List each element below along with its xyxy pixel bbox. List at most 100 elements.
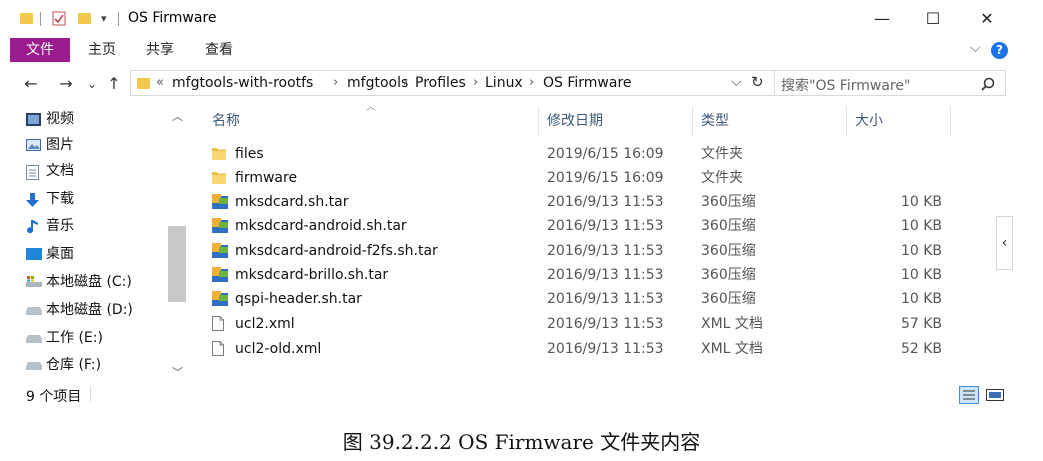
file-name: ucl2.xml <box>235 316 295 332</box>
large-icons-view-icon[interactable] <box>986 389 1004 401</box>
column-divider[interactable] <box>950 106 951 136</box>
column-header-type[interactable]: 类型 <box>701 110 729 132</box>
breadcrumb-current[interactable]: OS Firmware <box>543 75 632 91</box>
file-row[interactable]: files 2019/6/15 16:09 文件夹 <box>190 142 960 166</box>
preview-pane-toggle[interactable]: ‹ <box>996 216 1013 270</box>
recent-locations-button[interactable]: ⌄ <box>84 72 100 96</box>
drive-icon <box>26 307 42 315</box>
breadcrumb-overflow[interactable]: « <box>156 75 164 90</box>
nav-item-drive-f[interactable]: 仓库 (F:) <box>26 353 101 377</box>
file-size: 10 KB <box>900 267 942 283</box>
minimize-button[interactable]: — <box>860 6 904 32</box>
tab-file[interactable]: 文件 <box>10 38 70 62</box>
archive-icon <box>212 267 228 282</box>
new-folder-icon[interactable] <box>78 13 91 24</box>
file-type: 360压缩 <box>701 218 756 234</box>
breadcrumb-separator[interactable]: › <box>473 75 478 90</box>
maximize-button[interactable]: ☐ <box>911 6 955 32</box>
details-view-icon[interactable] <box>959 386 979 404</box>
breadcrumb-separator[interactable]: › <box>403 75 408 90</box>
file-size <box>852 142 942 166</box>
file-type: 360压缩 <box>701 243 756 259</box>
nav-item-pictures[interactable]: 图片 <box>26 133 74 157</box>
search-icon[interactable] <box>981 77 995 91</box>
file-size: 10 KB <box>900 218 942 234</box>
breadcrumb-item[interactable]: Linux <box>485 75 523 91</box>
nav-item-label: 图片 <box>46 137 74 153</box>
search-input[interactable]: 搜索"OS Firmware" <box>774 70 1006 96</box>
file-date: 2016/9/13 11:53 <box>547 267 664 283</box>
tab-home[interactable]: 主页 <box>88 38 116 62</box>
folder-icon <box>20 13 33 24</box>
file-row[interactable]: qspi-header.sh.tar 2016/9/13 11:53 360压缩… <box>190 287 960 311</box>
nav-item-downloads[interactable]: 下载 <box>26 187 74 211</box>
column-divider[interactable] <box>846 106 847 136</box>
file-row[interactable]: mksdcard-android-f2fs.sh.tar 2016/9/13 1… <box>190 239 960 263</box>
archive-icon <box>212 291 228 306</box>
nav-item-videos[interactable]: 视频 <box>26 107 74 131</box>
nav-item-desktop[interactable]: 桌面 <box>26 242 74 266</box>
nav-item-label: 文档 <box>46 163 74 179</box>
address-bar[interactable]: « mfgtools-with-rootfs › mfgtools › Prof… <box>130 70 775 96</box>
nav-item-drive-e[interactable]: 工作 (E:) <box>26 326 103 350</box>
scrollbar-thumb[interactable] <box>168 226 186 302</box>
folder-icon <box>137 78 150 89</box>
nav-item-drive-c[interactable]: 本地磁盘 (C:) <box>26 270 132 294</box>
file-name: ucl2-old.xml <box>235 341 322 357</box>
xml-file-icon <box>212 341 224 356</box>
tab-share[interactable]: 共享 <box>146 38 174 62</box>
up-button[interactable]: ↑ <box>104 72 124 96</box>
file-name: mksdcard-android-f2fs.sh.tar <box>235 243 438 259</box>
address-dropdown-icon[interactable]: ⌵ <box>731 74 742 90</box>
breadcrumb-item[interactable]: Profiles <box>415 75 466 91</box>
file-row[interactable]: ucl2.xml 2016/9/13 11:53 XML 文档 57 KB <box>190 312 960 336</box>
drive-c-icon <box>26 276 42 287</box>
refresh-icon[interactable]: ↻ <box>751 73 764 91</box>
file-name: qspi-header.sh.tar <box>235 291 362 307</box>
forward-button[interactable]: → <box>55 72 77 96</box>
tab-view[interactable]: 查看 <box>205 38 233 62</box>
file-size: 10 KB <box>900 194 942 210</box>
column-divider[interactable] <box>538 106 539 136</box>
scroll-up-icon[interactable]: ︿ <box>172 108 183 124</box>
file-date: 2019/6/15 16:09 <box>547 146 664 162</box>
column-header-date[interactable]: 修改日期 <box>547 110 603 132</box>
toolbar-separator <box>40 12 41 26</box>
column-header-size[interactable]: 大小 <box>855 110 883 132</box>
back-button[interactable]: ← <box>20 72 42 96</box>
file-row[interactable]: mksdcard-android.sh.tar 2016/9/13 11:53 … <box>190 214 960 238</box>
file-size: 10 KB <box>900 243 942 259</box>
scroll-down-icon[interactable]: ﹀ <box>172 364 183 380</box>
nav-item-music[interactable]: 音乐 <box>27 214 74 238</box>
file-date: 2016/9/13 11:53 <box>547 341 664 357</box>
nav-item-documents[interactable]: 文档 <box>26 159 74 183</box>
expand-ribbon-icon[interactable]: ⌵ <box>970 40 981 56</box>
archive-icon <box>212 243 228 258</box>
archive-icon <box>212 194 228 209</box>
nav-item-label: 工作 (E:) <box>46 330 103 346</box>
help-icon[interactable]: ? <box>991 42 1008 59</box>
nav-item-label: 下载 <box>46 191 74 207</box>
breadcrumb-item[interactable]: mfgtools-with-rootfs <box>172 75 313 91</box>
customize-toolbar-icon[interactable]: ▾ <box>101 12 107 25</box>
file-type: 文件夹 <box>701 146 743 162</box>
file-row[interactable]: firmware 2019/6/15 16:09 文件夹 <box>190 166 960 190</box>
nav-item-drive-d[interactable]: 本地磁盘 (D:) <box>26 298 133 322</box>
file-type: XML 文档 <box>701 341 763 357</box>
file-row[interactable]: ucl2-old.xml 2016/9/13 11:53 XML 文档 52 K… <box>190 337 960 361</box>
file-date: 2016/9/13 11:53 <box>547 218 664 234</box>
nav-item-label: 本地磁盘 (C:) <box>46 274 132 290</box>
column-header-name[interactable]: 名称 <box>212 110 240 132</box>
properties-icon[interactable] <box>52 11 66 26</box>
breadcrumb-separator[interactable]: › <box>529 75 534 90</box>
breadcrumb-item[interactable]: mfgtools <box>347 75 408 91</box>
nav-item-label: 音乐 <box>46 218 74 234</box>
file-size <box>852 166 942 190</box>
breadcrumb-separator[interactable]: › <box>333 75 338 90</box>
file-row[interactable]: mksdcard-brillo.sh.tar 2016/9/13 11:53 3… <box>190 263 960 287</box>
file-row[interactable]: mksdcard.sh.tar 2016/9/13 11:53 360压缩 10… <box>190 190 960 214</box>
nav-pane-scrollbar[interactable]: ︿ ﹀ <box>168 106 186 382</box>
pictures-icon <box>26 139 41 151</box>
column-divider[interactable] <box>692 106 693 136</box>
close-button[interactable]: ✕ <box>965 6 1009 32</box>
